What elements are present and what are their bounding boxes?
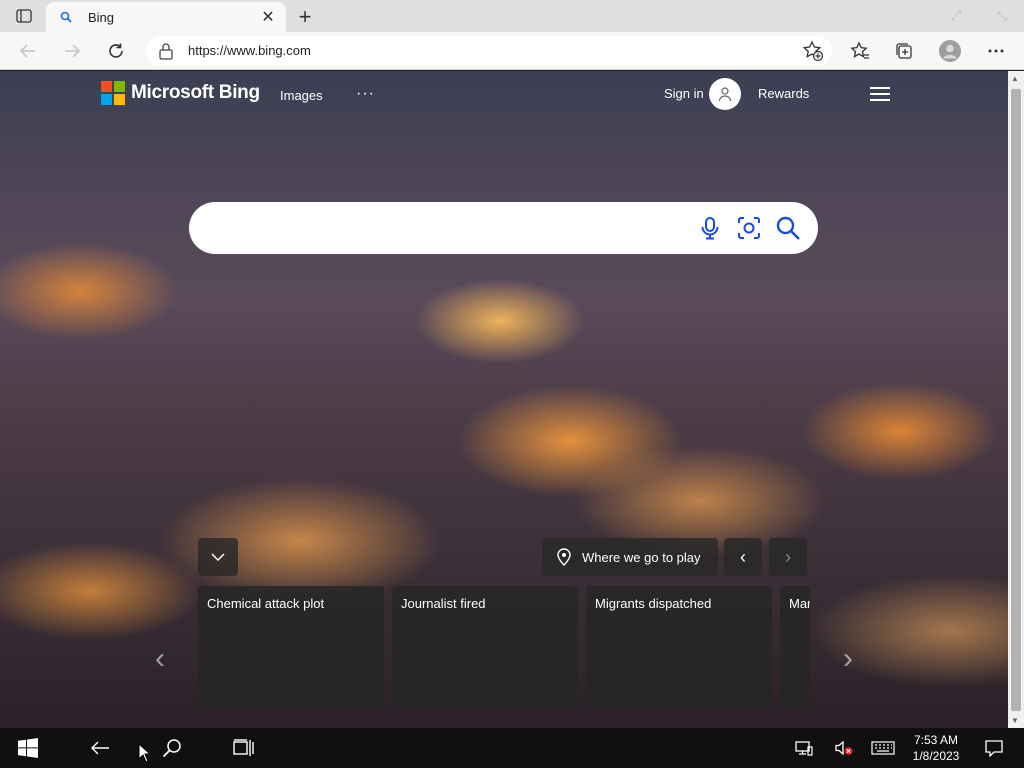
start-button[interactable] xyxy=(14,734,42,762)
news-card-title: Journalist fired xyxy=(401,596,486,611)
tab-actions-button[interactable] xyxy=(10,6,38,26)
address-bar[interactable]: https://www.bing.com xyxy=(146,36,832,66)
news-card[interactable]: Chemical attack plot xyxy=(198,586,384,709)
favorites-star-icon xyxy=(850,41,869,59)
search-icon xyxy=(162,739,181,758)
add-favorite-icon[interactable] xyxy=(802,40,824,62)
refresh-button[interactable] xyxy=(102,37,130,65)
news-carousel: Chemical attack plot Journalist fired Mi… xyxy=(198,586,810,709)
address-url[interactable]: https://www.bing.com xyxy=(188,43,311,58)
keyboard-icon[interactable] xyxy=(870,734,896,762)
chevron-right-icon: › xyxy=(785,546,791,567)
refresh-icon xyxy=(109,43,123,58)
tab-bing[interactable]: Bing ✕ xyxy=(46,2,286,32)
visual-search-icon[interactable] xyxy=(736,215,762,241)
back-arrow-icon xyxy=(91,741,109,755)
news-card[interactable]: Migrants dispatched xyxy=(586,586,772,709)
search-icon[interactable] xyxy=(775,215,801,241)
nav-images-link[interactable]: Images xyxy=(280,88,323,103)
sign-in-link[interactable]: Sign in xyxy=(664,86,704,101)
image-location-link[interactable]: Where we go to play xyxy=(542,538,718,576)
profile-button[interactable] xyxy=(936,37,964,65)
clock-time: 7:53 AM xyxy=(913,733,959,747)
rewards-link[interactable]: Rewards xyxy=(758,86,809,101)
scroll-down-icon[interactable]: ▼ xyxy=(1011,716,1019,725)
brand-name: Microsoft Bing xyxy=(131,82,260,103)
news-card[interactable]: Mar xyxy=(780,586,810,709)
tab-title: Bing xyxy=(88,9,115,25)
carousel-next-icon[interactable]: › xyxy=(836,641,860,677)
search-box xyxy=(189,202,818,254)
restore-icon[interactable]: ⤢ xyxy=(944,6,968,26)
new-tab-button[interactable]: + xyxy=(292,4,318,30)
news-card-title: Chemical attack plot xyxy=(207,596,325,611)
lock-icon[interactable] xyxy=(158,42,174,60)
collections-button[interactable] xyxy=(890,37,918,65)
chevron-left-icon: ‹ xyxy=(740,546,746,567)
collapse-feed-button[interactable] xyxy=(198,538,238,576)
task-view-button[interactable] xyxy=(230,734,258,762)
search-button[interactable] xyxy=(158,734,186,762)
clock-date: 1/8/2023 xyxy=(912,749,960,763)
favorites-button[interactable] xyxy=(846,37,874,65)
chevron-down-icon xyxy=(211,553,225,561)
next-image-button[interactable]: › xyxy=(769,538,807,576)
page-scrollbar[interactable]: ▲ ▼ xyxy=(1008,71,1024,728)
volume-muted-icon[interactable] xyxy=(830,734,858,762)
back-button[interactable] xyxy=(14,37,42,65)
scroll-thumb[interactable] xyxy=(1011,89,1021,711)
carousel-prev-icon[interactable]: ‹ xyxy=(148,641,172,677)
forward-button[interactable] xyxy=(58,37,86,65)
maximize-icon[interactable]: ⤡ xyxy=(990,6,1014,26)
browser-toolbar: https://www.bing.com xyxy=(0,32,1024,70)
profile-avatar-icon xyxy=(939,40,961,62)
location-pin-icon xyxy=(557,548,571,566)
bing-logo-link[interactable]: Microsoft Bing xyxy=(101,81,260,105)
collections-icon xyxy=(896,43,912,59)
news-card[interactable]: Journalist fired xyxy=(392,586,578,709)
more-dots-icon xyxy=(988,49,1004,53)
settings-more-button[interactable] xyxy=(982,37,1010,65)
notification-icon xyxy=(985,740,1003,757)
back-arrow-icon xyxy=(19,44,35,58)
image-location-text: Where we go to play xyxy=(582,549,701,565)
notifications-button[interactable] xyxy=(980,734,1008,762)
microsoft-logo-icon xyxy=(101,81,125,105)
previous-image-button[interactable]: ‹ xyxy=(724,538,762,576)
hamburger-menu-icon[interactable] xyxy=(868,84,892,104)
windows-logo-icon xyxy=(18,738,38,758)
windows-taskbar: 7:53 AM 1/8/2023 xyxy=(0,728,1024,768)
search-input[interactable] xyxy=(209,214,689,242)
nav-more-button[interactable]: ··· xyxy=(356,85,375,103)
microphone-icon[interactable] xyxy=(697,215,723,241)
task-view-icon xyxy=(233,739,254,756)
search-favicon-icon xyxy=(58,9,74,25)
tab-strip: Bing ✕ + ⤢ ⤡ xyxy=(0,0,1024,32)
network-icon[interactable] xyxy=(790,734,818,762)
mouse-cursor-icon xyxy=(136,742,152,764)
clock[interactable]: 7:53 AM 1/8/2023 xyxy=(908,732,964,764)
tab-close-icon[interactable]: ✕ xyxy=(256,5,280,29)
bing-homepage: Microsoft Bing Images ··· Sign in Reward… xyxy=(0,71,1008,728)
forward-arrow-icon xyxy=(65,44,81,58)
news-card-title: Mar xyxy=(789,596,810,611)
user-avatar-icon[interactable] xyxy=(709,78,741,110)
taskbar-back-button[interactable] xyxy=(86,734,114,762)
scroll-up-icon[interactable]: ▲ xyxy=(1011,74,1019,83)
tab-actions-icon xyxy=(16,9,32,23)
news-card-title: Migrants dispatched xyxy=(595,596,712,611)
